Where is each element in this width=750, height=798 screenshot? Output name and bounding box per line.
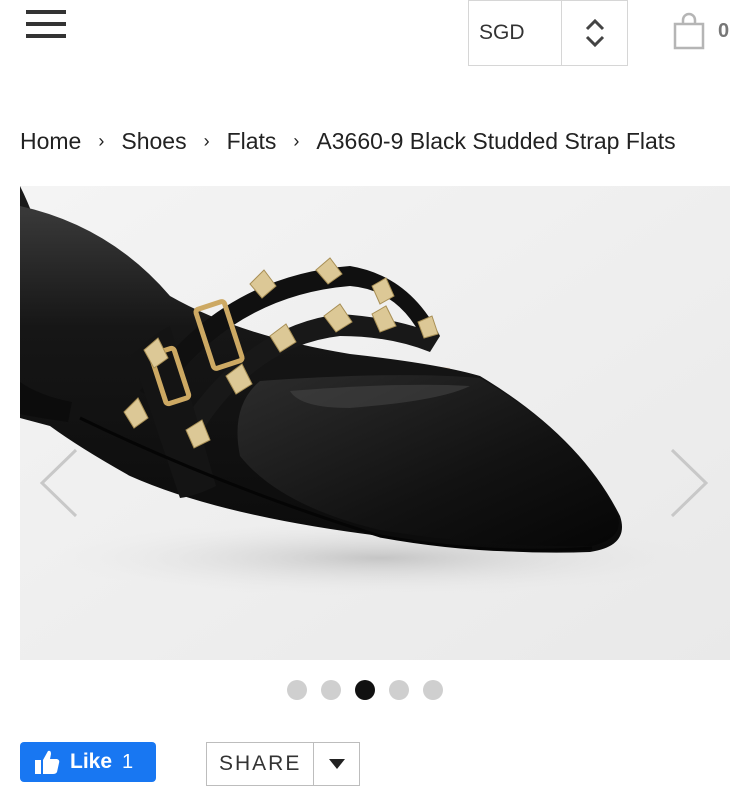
breadcrumb-separator: › <box>203 131 210 151</box>
like-label: Like <box>70 750 113 773</box>
gallery-dot-2[interactable] <box>321 680 341 700</box>
gallery-pagination <box>287 680 443 700</box>
caret-down-icon[interactable] <box>313 743 359 785</box>
thumbs-up-icon <box>35 750 60 774</box>
gallery-dot-4[interactable] <box>389 680 409 700</box>
share-button[interactable]: SHARE <box>206 742 360 786</box>
currency-value: SGD <box>479 21 525 44</box>
gallery-dot-1[interactable] <box>287 680 307 700</box>
gallery-dot-3[interactable] <box>355 680 375 700</box>
breadcrumb-current: A3660-9 Black Studded Strap Flats <box>316 128 676 154</box>
gallery-dot-5[interactable] <box>423 680 443 700</box>
facebook-like-button[interactable]: Like 1 <box>20 742 156 782</box>
chevron-right-icon[interactable] <box>666 446 712 520</box>
breadcrumb-flats[interactable]: Flats <box>227 128 277 155</box>
breadcrumb-home[interactable]: Home <box>20 128 81 155</box>
share-label: SHARE <box>219 752 302 775</box>
breadcrumb: Home › Shoes › Flats › A3660-9 Black Stu… <box>20 128 676 155</box>
breadcrumb-shoes[interactable]: Shoes <box>121 128 186 155</box>
up-down-chevron-icon[interactable] <box>561 1 627 65</box>
cart-count: 0 <box>718 19 730 42</box>
breadcrumb-separator: › <box>293 131 300 151</box>
hamburger-menu-icon[interactable] <box>26 10 66 40</box>
breadcrumb-separator: › <box>98 131 105 151</box>
currency-select[interactable]: SGD <box>468 0 628 66</box>
cart-button[interactable]: 0 <box>672 12 729 50</box>
shopping-bag-icon <box>673 12 705 50</box>
product-image-gallery[interactable] <box>20 186 730 660</box>
chevron-left-icon[interactable] <box>36 446 82 520</box>
like-count: 1 <box>122 750 134 773</box>
product-image <box>20 186 730 660</box>
